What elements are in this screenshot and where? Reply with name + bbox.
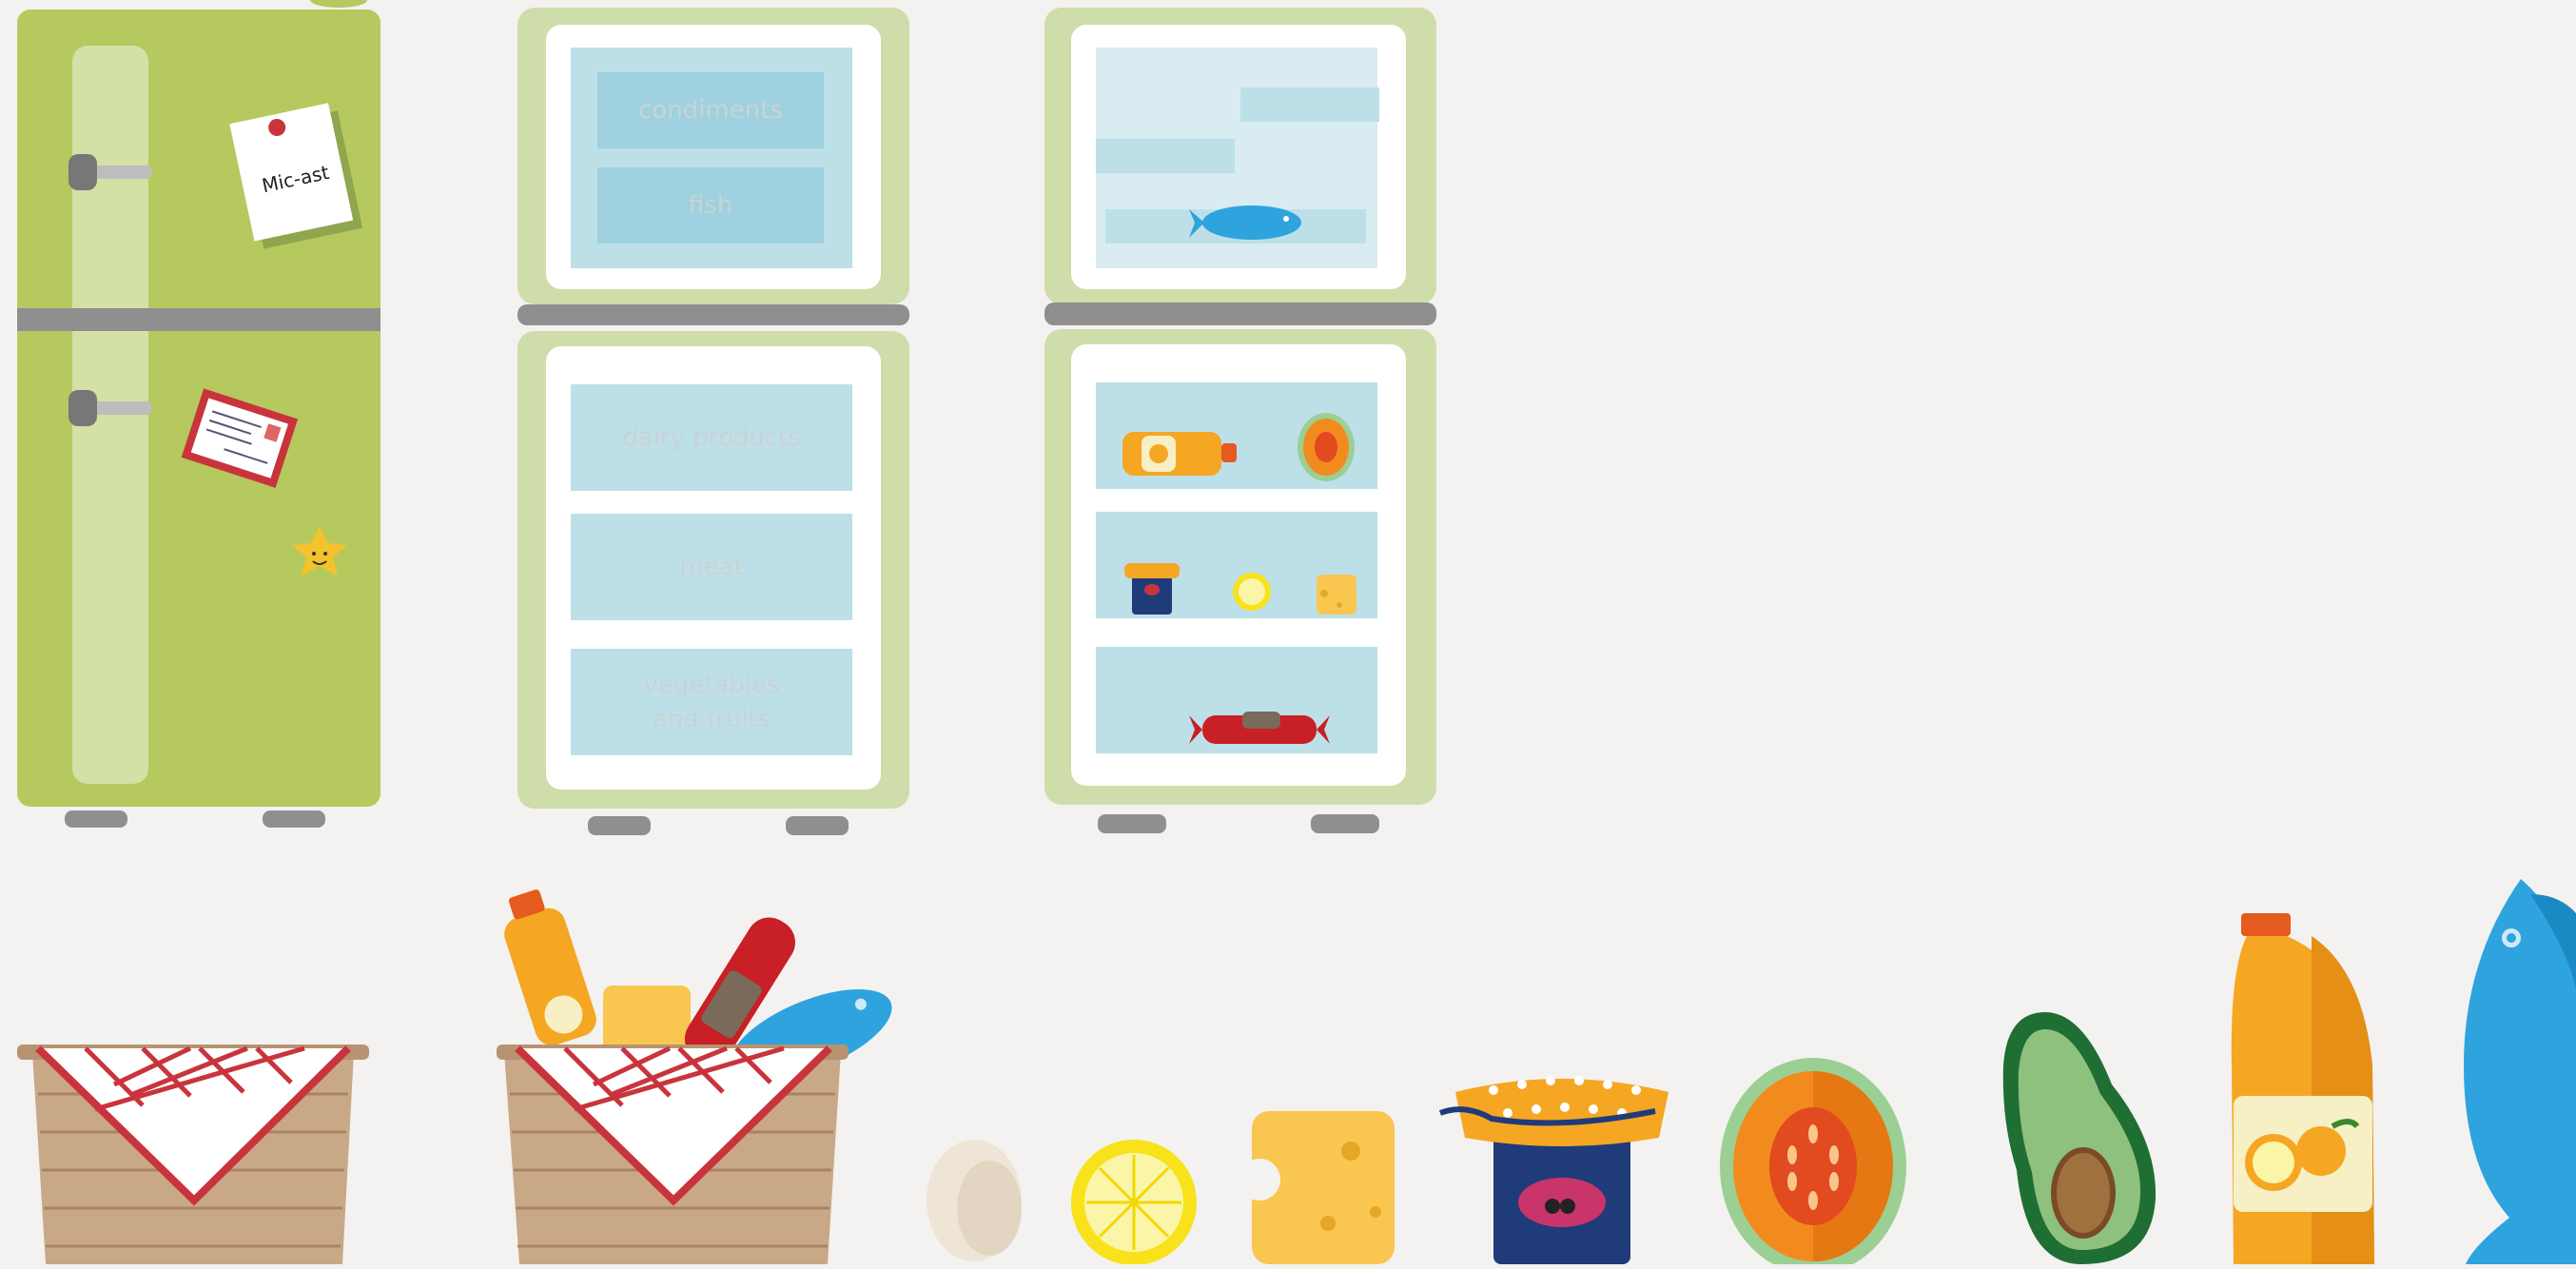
fridge-closed[interactable]: Mic-ast xyxy=(17,0,381,828)
fish-icon[interactable] xyxy=(2464,879,2576,1264)
game-scene: Mic-ast condiments fish dairy products m… xyxy=(0,0,2576,1269)
label-vegetables-line1: vegetables xyxy=(643,671,780,699)
label-vegetables-line2: and fruits xyxy=(652,705,771,733)
cheese-icon[interactable] xyxy=(1239,1111,1395,1264)
juice-bottle-icon[interactable] xyxy=(2231,913,2374,1264)
label-vegetables-and-fruits: vegetables and fruits xyxy=(571,649,852,755)
melon-icon[interactable] xyxy=(1720,1058,1906,1269)
jam-in-fridge[interactable] xyxy=(1124,563,1180,615)
label-dairy-products: dairy products xyxy=(622,423,801,452)
melon-in-fridge[interactable] xyxy=(1298,413,1355,481)
lemon-icon[interactable] xyxy=(1071,1140,1197,1265)
scene-canvas: Mic-ast xyxy=(17,0,2576,1269)
label-condiments: condiments xyxy=(638,96,783,125)
juice-in-fridge[interactable] xyxy=(1122,432,1237,476)
fridge-open-filled xyxy=(1044,8,1436,833)
avocado-icon[interactable] xyxy=(2002,1012,2156,1264)
label-meat: meat xyxy=(679,553,744,581)
basket-empty[interactable] xyxy=(17,1044,369,1264)
jam-jar-icon[interactable] xyxy=(1438,1076,1669,1264)
egg-icon[interactable] xyxy=(927,1140,1022,1261)
basket-full[interactable] xyxy=(494,884,904,1264)
lemon-in-fridge[interactable] xyxy=(1233,573,1271,611)
cheese-in-fridge[interactable] xyxy=(1317,575,1356,615)
label-fish: fish xyxy=(688,191,733,220)
